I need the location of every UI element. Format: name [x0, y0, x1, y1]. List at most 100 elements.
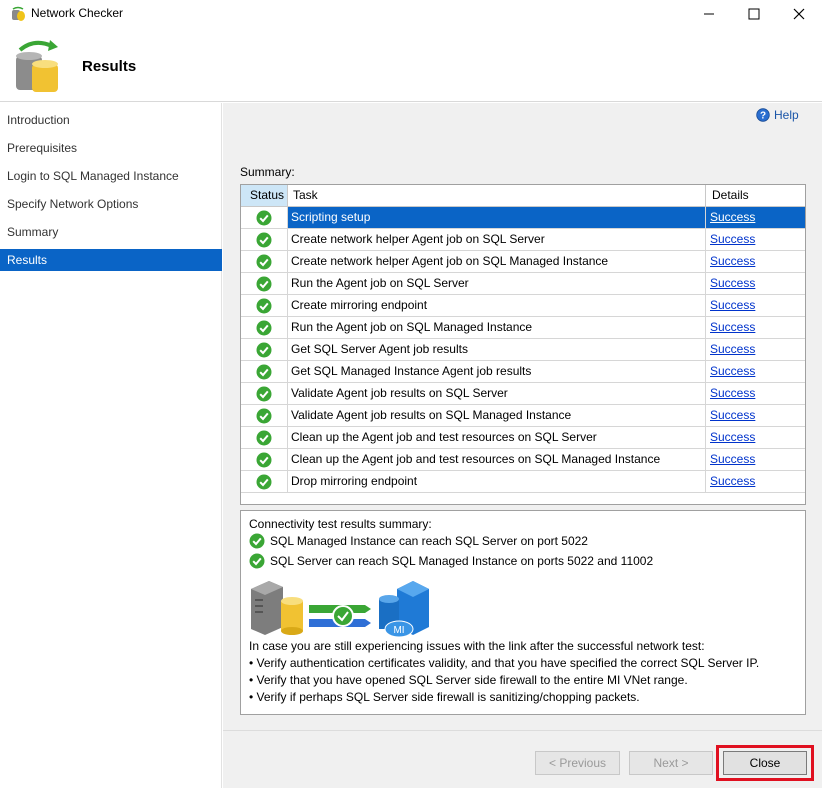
task-cell: Validate Agent job results on SQL Manage…: [291, 408, 572, 422]
table-row[interactable]: Create network helper Agent job on SQL S…: [241, 229, 805, 251]
status-cell: [241, 471, 288, 492]
check-circle-icon: [256, 276, 272, 291]
status-cell: [241, 229, 288, 250]
details-link[interactable]: Success: [705, 207, 805, 228]
task-cell: Run the Agent job on SQL Server: [291, 276, 469, 290]
check-circle-icon: [256, 254, 272, 269]
server-icon: [251, 581, 283, 635]
details-link[interactable]: Success: [705, 251, 805, 272]
mi-badge-label: MI: [393, 625, 404, 636]
check-circle-icon: [256, 342, 272, 357]
database-sync-icon: [16, 40, 58, 92]
help-link[interactable]: ? Help: [756, 108, 799, 122]
task-cell: Create network helper Agent job on SQL S…: [291, 232, 545, 246]
status-cell: [241, 295, 288, 316]
column-header-details[interactable]: Details: [705, 185, 805, 206]
task-cell: Get SQL Managed Instance Agent job resul…: [291, 364, 532, 378]
table-row[interactable]: Validate Agent job results on SQL Manage…: [241, 405, 805, 427]
check-circle-icon: [256, 452, 272, 467]
network-illustration: MI: [251, 581, 429, 638]
task-cell: Run the Agent job on SQL Managed Instanc…: [291, 320, 533, 334]
table-row[interactable]: Clean up the Agent job and test resource…: [241, 449, 805, 471]
details-link[interactable]: Success: [705, 295, 805, 316]
task-cell: Create mirroring endpoint: [291, 298, 428, 312]
check-circle-icon: [256, 298, 272, 313]
wizard-header: Results: [0, 28, 822, 102]
details-link[interactable]: Success: [705, 339, 805, 360]
managed-instance-icon: MI: [379, 581, 429, 638]
status-cell: [241, 339, 288, 360]
connection-arrows-icon: [309, 605, 371, 627]
next-button[interactable]: Next >: [629, 751, 713, 775]
table-row[interactable]: Scripting setup Success: [241, 207, 805, 229]
sidebar-item-results[interactable]: Results: [0, 249, 222, 271]
details-link[interactable]: Success: [705, 273, 805, 294]
check-circle-icon: [256, 210, 272, 225]
sidebar: Introduction Prerequisites Login to SQL …: [0, 103, 222, 788]
minimize-button[interactable]: [686, 0, 732, 28]
close-button[interactable]: Close: [723, 751, 807, 775]
task-cell: Create network helper Agent job on SQL M…: [291, 254, 609, 268]
table-row[interactable]: Validate Agent job results on SQL Server…: [241, 383, 805, 405]
details-link[interactable]: Success: [705, 405, 805, 426]
table-row[interactable]: Create mirroring endpoint Success: [241, 295, 805, 317]
task-cell: Validate Agent job results on SQL Server: [291, 386, 508, 400]
sidebar-item-introduction[interactable]: Introduction: [0, 109, 222, 131]
status-cell: [241, 251, 288, 272]
help-label: Help: [774, 108, 799, 122]
task-cell: Scripting setup: [288, 207, 705, 228]
advice-item: • Verify if perhaps SQL Server side fire…: [249, 690, 640, 704]
status-cell: [241, 273, 288, 294]
column-header-task[interactable]: Task: [288, 185, 705, 206]
check-circle-icon: [256, 364, 272, 379]
details-link[interactable]: Success: [705, 383, 805, 404]
database-icon: [281, 597, 303, 635]
grid-header: Status Task Details: [241, 185, 805, 207]
table-row[interactable]: Drop mirroring endpoint Success: [241, 471, 805, 493]
previous-button[interactable]: < Previous: [535, 751, 620, 775]
check-circle-icon: [256, 430, 272, 445]
title-bar: Network Checker: [0, 0, 822, 28]
table-row[interactable]: Get SQL Managed Instance Agent job resul…: [241, 361, 805, 383]
minimize-icon: [704, 13, 714, 15]
check-circle-icon: [256, 232, 272, 247]
status-cell: [241, 427, 288, 448]
table-row[interactable]: Get SQL Server Agent job results Success: [241, 339, 805, 361]
summary-label: Summary:: [240, 165, 295, 179]
maximize-button[interactable]: [731, 0, 777, 28]
details-link[interactable]: Success: [705, 471, 805, 492]
details-link[interactable]: Success: [705, 317, 805, 338]
check-circle-icon: [256, 474, 272, 489]
check-circle-icon: [249, 533, 265, 549]
connectivity-result-text: SQL Managed Instance can reach SQL Serve…: [270, 534, 588, 548]
task-cell: Clean up the Agent job and test resource…: [291, 452, 661, 466]
sidebar-item-login[interactable]: Login to SQL Managed Instance: [0, 165, 222, 187]
advice-intro: In case you are still experiencing issue…: [249, 639, 705, 653]
sidebar-item-network-options[interactable]: Specify Network Options: [0, 193, 222, 215]
page-title: Results: [82, 58, 137, 75]
table-row[interactable]: Clean up the Agent job and test resource…: [241, 427, 805, 449]
details-link[interactable]: Success: [705, 229, 805, 250]
close-window-button[interactable]: [776, 0, 822, 28]
check-circle-icon: [256, 320, 272, 335]
database-sync-icon: [12, 6, 25, 21]
check-circle-icon: [256, 408, 272, 423]
advice-item: • Verify that you have opened SQL Server…: [249, 673, 688, 687]
status-cell: [241, 449, 288, 470]
details-link[interactable]: Success: [705, 427, 805, 448]
table-row[interactable]: Run the Agent job on SQL Server Success: [241, 273, 805, 295]
connectivity-result-text: SQL Server can reach SQL Managed Instanc…: [270, 554, 654, 568]
results-grid[interactable]: Status Task Details Scripting setup Succe…: [240, 184, 806, 505]
table-row[interactable]: Run the Agent job on SQL Managed Instanc…: [241, 317, 805, 339]
status-cell: [241, 361, 288, 382]
table-row[interactable]: Create network helper Agent job on SQL M…: [241, 251, 805, 273]
window-title: Network Checker: [31, 6, 124, 20]
sidebar-item-prerequisites[interactable]: Prerequisites: [0, 137, 222, 159]
connectivity-title: Connectivity test results summary:: [249, 517, 432, 531]
details-link[interactable]: Success: [705, 361, 805, 382]
main-panel: ? Help Summary: Status Task Details Scri…: [223, 103, 822, 788]
details-link[interactable]: Success: [705, 449, 805, 470]
status-cell: [241, 405, 288, 426]
column-header-status[interactable]: Status: [241, 185, 288, 206]
sidebar-item-summary[interactable]: Summary: [0, 221, 222, 243]
